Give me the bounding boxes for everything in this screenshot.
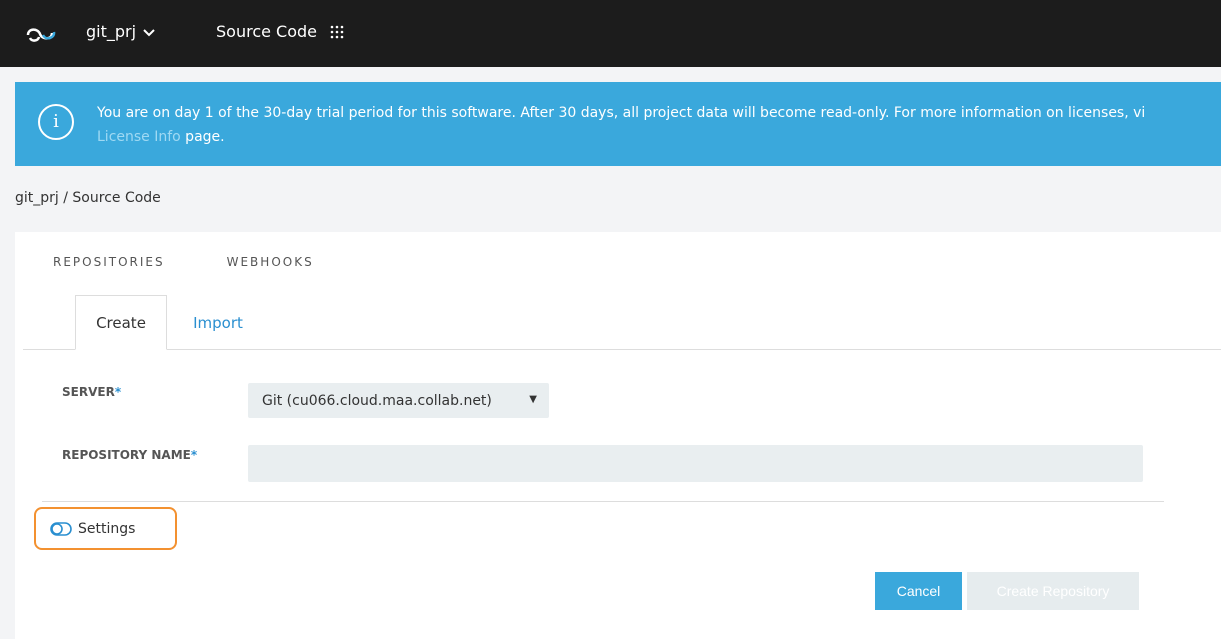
server-select-value: Git (cu066.cloud.maa.collab.net) — [262, 392, 492, 409]
toggle-icon — [50, 521, 72, 536]
trial-banner: i You are on day 1 of the 30-day trial p… — [15, 82, 1221, 166]
settings-label: Settings — [78, 520, 136, 537]
server-select[interactable]: Git (cu066.cloud.maa.collab.net) ▼ — [248, 383, 549, 418]
chevron-down-icon — [143, 28, 155, 36]
breadcrumb: git_prj / Source Code — [15, 190, 161, 206]
license-info-link[interactable]: License Info — [97, 129, 181, 145]
required-mark: * — [114, 385, 122, 399]
project-switcher[interactable]: git_prj — [86, 22, 156, 41]
project-name: git_prj — [86, 22, 137, 41]
server-label: SERVER* — [62, 385, 121, 399]
repository-name-label-text: REPOSITORY NAME — [62, 448, 191, 462]
settings-toggle[interactable]: Settings — [34, 507, 177, 550]
banner-message-line2: page. — [180, 129, 225, 145]
repository-panel: REPOSITORIES WEBHOOKS Create Import SERV… — [15, 232, 1221, 639]
repository-name-input[interactable] — [248, 445, 1143, 482]
app-switcher[interactable]: Source Code — [216, 22, 345, 41]
top-bar: git_prj Source Code — [0, 0, 1221, 67]
tab-webhooks[interactable]: WEBHOOKS — [227, 255, 314, 269]
required-mark: * — [190, 448, 198, 462]
app-logo-icon[interactable] — [24, 23, 60, 45]
tab-create[interactable]: Create — [75, 295, 167, 350]
dropdown-arrow-icon: ▼ — [529, 394, 537, 405]
create-repository-button[interactable]: Create Repository — [967, 572, 1139, 610]
divider — [42, 501, 1164, 502]
info-icon: i — [38, 104, 74, 140]
app-grid-icon — [330, 25, 344, 38]
repository-name-label: REPOSITORY NAME* — [62, 448, 197, 462]
main-tabs: REPOSITORIES WEBHOOKS — [53, 255, 314, 269]
tab-repositories[interactable]: REPOSITORIES — [53, 255, 165, 269]
cancel-button[interactable]: Cancel — [875, 572, 962, 610]
sub-tabs: Create Import — [23, 295, 1221, 350]
server-label-text: SERVER — [62, 385, 115, 399]
app-title: Source Code — [216, 22, 317, 41]
banner-message: You are on day 1 of the 30-day trial per… — [97, 101, 1145, 149]
tab-import[interactable]: Import — [188, 295, 248, 350]
banner-message-line1: You are on day 1 of the 30-day trial per… — [97, 105, 1146, 121]
